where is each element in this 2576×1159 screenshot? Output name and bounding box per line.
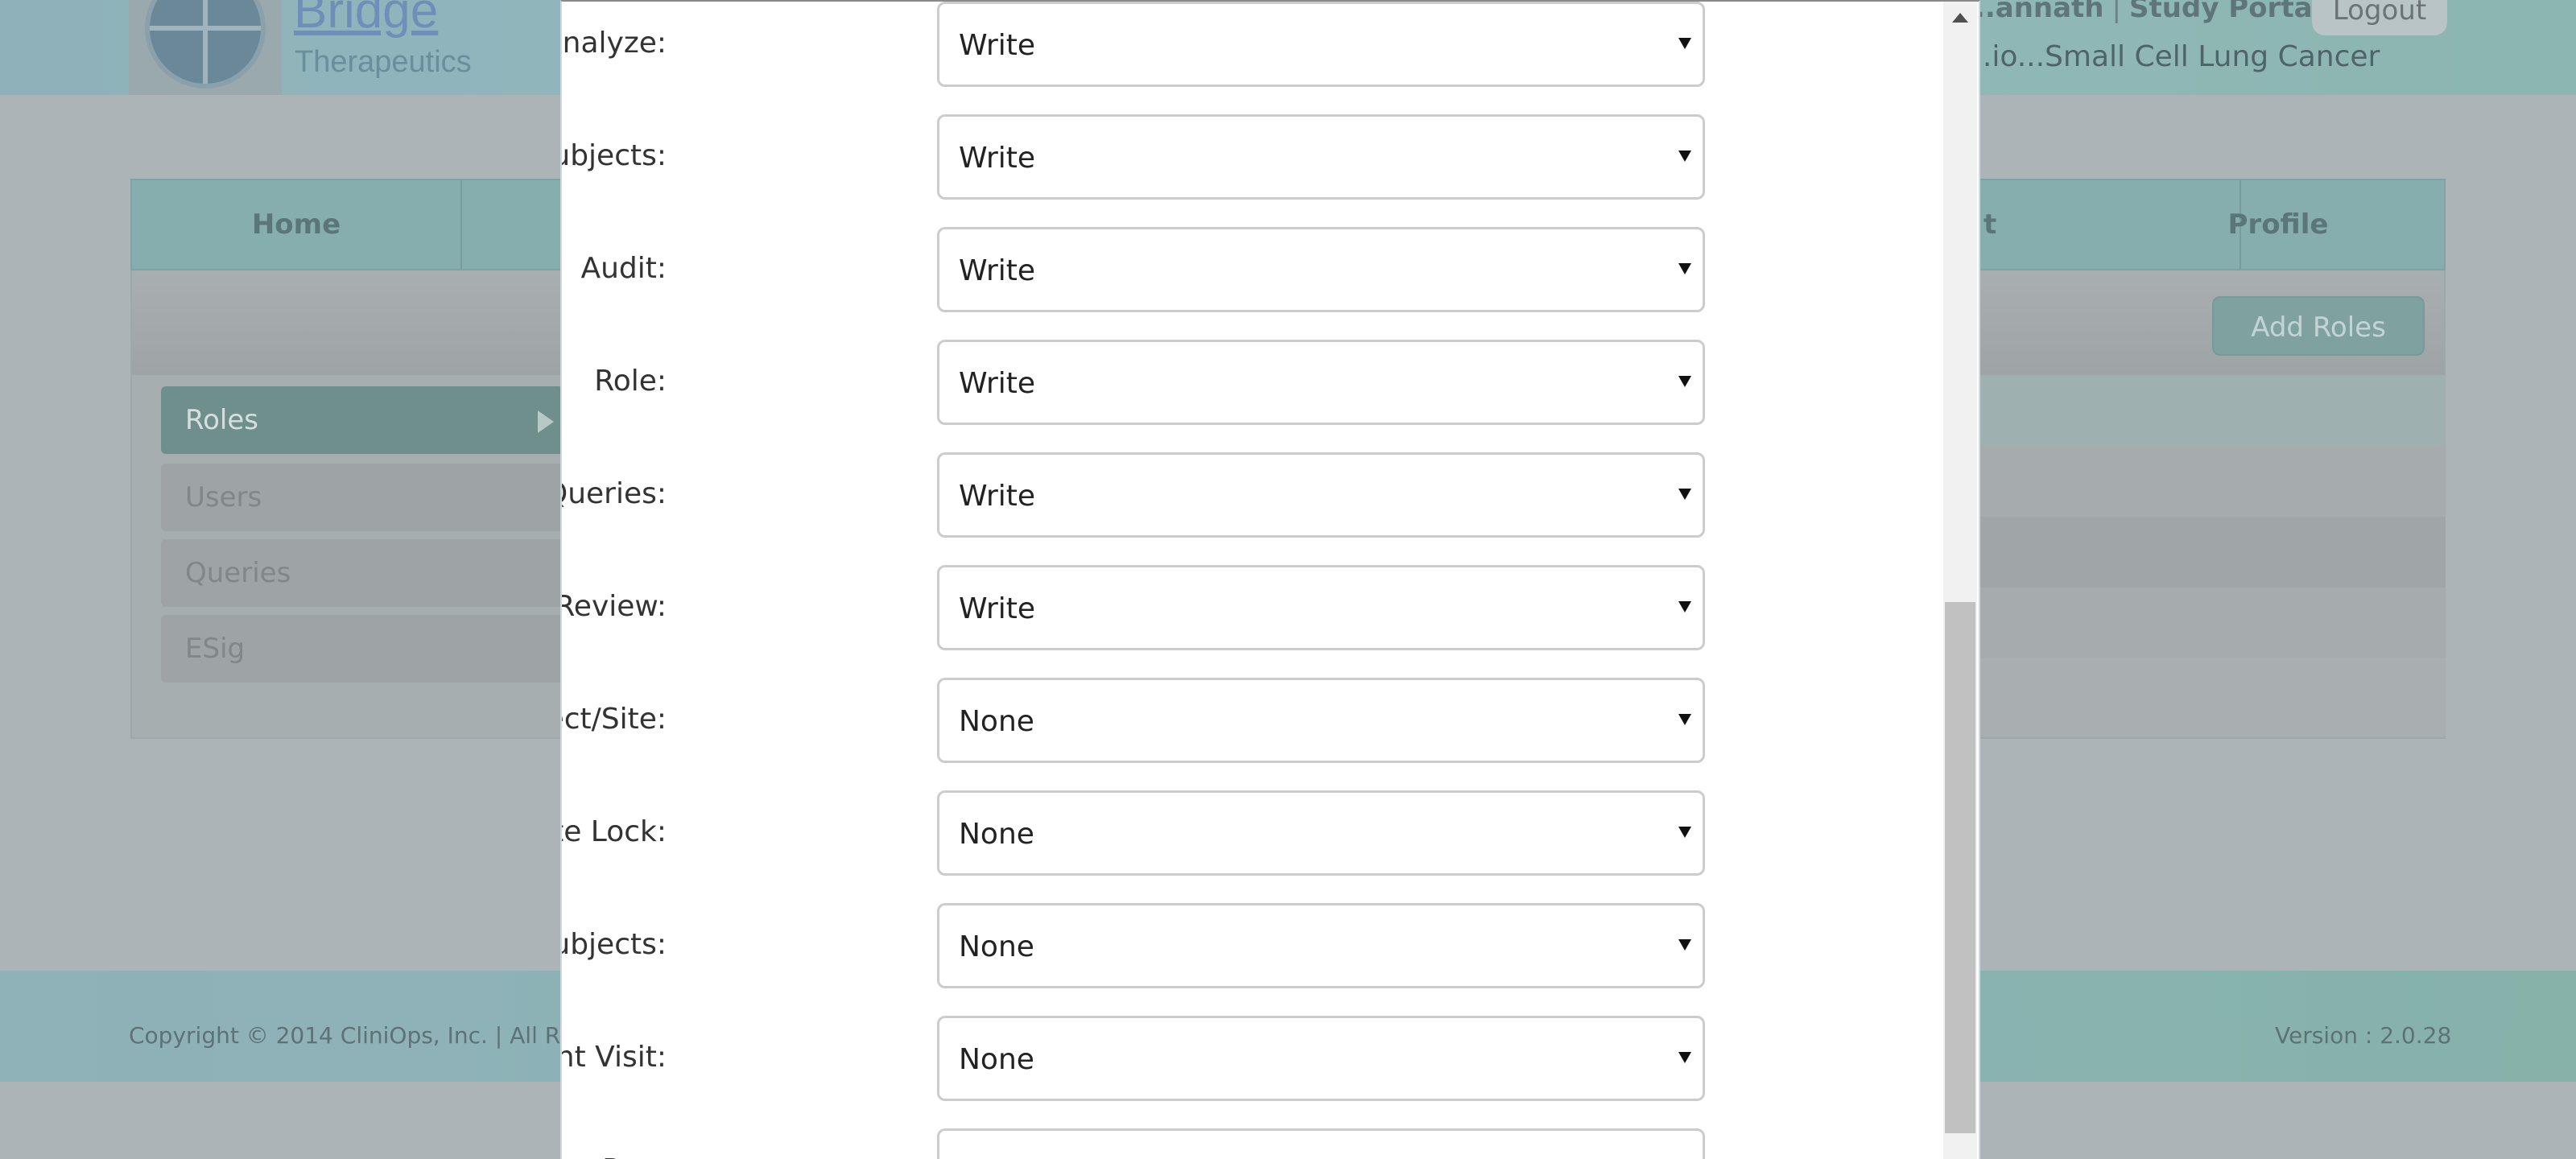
sidebar-item-queries[interactable]: Queries [161, 539, 564, 607]
scrollbar-thumb[interactable] [1945, 602, 1975, 1133]
table-row[interactable] [1948, 375, 2446, 446]
add-roles-button[interactable]: Add Roles [2212, 296, 2425, 356]
form-review-select[interactable]: Write [937, 565, 1705, 650]
modal-scrollbar[interactable] [1943, 2, 1977, 1159]
form-row-form-review: Form Review: Write [562, 565, 1705, 650]
version-text: Version : 2.0.28 [2275, 1022, 2452, 1049]
unlock-subject-site-select[interactable]: None [937, 678, 1705, 763]
select-value: Write [959, 142, 1036, 175]
view-subjects-select[interactable]: Write [937, 114, 1705, 200]
select-value: None [959, 818, 1034, 851]
case-report-select[interactable] [937, 1128, 1705, 1159]
form-row-unlock-subject-site: Unlock Subject/Site: None [562, 678, 1705, 763]
nav-item-profile[interactable]: Profile [2112, 180, 2444, 269]
select-value: Write [959, 480, 1036, 513]
field-label: Queries: [562, 477, 667, 510]
form-row-site-lock: Site Lock: None [562, 790, 1705, 876]
select-value: None [959, 930, 1034, 963]
copyright-text: Copyright © 2014 CliniOps, Inc. | All Ri [129, 1022, 567, 1049]
nav-item-home[interactable]: Home [132, 180, 462, 269]
scroll-up-arrow-icon[interactable] [1952, 13, 1968, 23]
queries-select[interactable]: Write [937, 452, 1705, 538]
caret-down-icon [1678, 1052, 1691, 1063]
form-row-consent-visit: Consent Visit: None [562, 1016, 1705, 1101]
caret-down-icon [1678, 38, 1691, 49]
analyze-select[interactable]: Write [937, 2, 1705, 87]
form-row-case-report: Case Re... [562, 1128, 1705, 1159]
caret-down-icon [1678, 376, 1691, 387]
field-label: Case Re... [562, 1128, 667, 1159]
select-value: Write [959, 29, 1036, 62]
caret-down-icon [1678, 714, 1691, 725]
select-value: Write [959, 592, 1036, 625]
field-label: Site Lock: [562, 815, 667, 848]
caret-down-icon [1678, 827, 1691, 838]
user-name: ...annath [1964, 0, 2104, 24]
consent-visit-select[interactable]: None [937, 1016, 1705, 1101]
role-permissions-modal: Analyze: Write View Subjects: Write Audi… [560, 0, 1980, 1159]
form-row-audit: Audit: Write [562, 227, 1705, 312]
site-lock-select[interactable]: None [937, 790, 1705, 876]
nav-item-hidden[interactable] [462, 180, 575, 269]
caret-down-icon [1678, 601, 1691, 612]
study-portal-link[interactable]: Study Portal [2129, 0, 2322, 24]
caret-down-icon [1678, 489, 1691, 500]
logout-button[interactable]: Logout [2312, 0, 2447, 35]
sidebar-item-esig[interactable]: ESig [161, 615, 564, 683]
table-row[interactable] [1948, 446, 2446, 517]
caret-down-icon [1678, 939, 1691, 951]
sidebar-item-users[interactable]: Users [161, 464, 564, 531]
field-label: Audit: [580, 252, 667, 285]
field-label: View Subjects: [562, 139, 667, 172]
logo-title[interactable]: Bridge [294, 0, 438, 39]
select-value: Write [959, 367, 1036, 400]
study-name: ...io...Small Cell Lung Cancer [1964, 40, 2380, 73]
form-row-analyze: Analyze: Write [562, 2, 1705, 87]
select-value: None [959, 705, 1034, 738]
table-row[interactable] [1948, 588, 2446, 658]
sidebar-item-roles[interactable]: Roles [161, 386, 564, 454]
field-label: Register Subjects: [562, 928, 667, 961]
table-row[interactable] [1948, 517, 2446, 588]
form-row-view-subjects: View Subjects: Write [562, 114, 1705, 200]
form-row-queries: Queries: Write [562, 452, 1705, 538]
field-label: Analyze: [562, 27, 667, 60]
caret-down-icon [1678, 151, 1691, 162]
logo-subtitle: Therapeutics [295, 45, 472, 79]
register-subjects-select[interactable]: None [937, 903, 1705, 988]
header-separator: | [2112, 0, 2121, 24]
field-label: Role: [594, 365, 667, 398]
table-row[interactable] [1948, 658, 2446, 736]
field-label: Unlock Subject/Site: [562, 703, 667, 736]
field-label: Form Review: [560, 590, 667, 623]
audit-select[interactable]: Write [937, 227, 1705, 312]
select-value: Write [959, 254, 1036, 287]
user-info: ...annath | Study Portal [1964, 0, 2322, 24]
form-row-register-subjects: Register Subjects: None [562, 903, 1705, 988]
chevron-right-icon [538, 410, 554, 433]
form-row-role: Role: Write [562, 340, 1705, 425]
role-select[interactable]: Write [937, 340, 1705, 425]
select-value: None [959, 1043, 1034, 1076]
caret-down-icon [1678, 263, 1691, 274]
field-label: Consent Visit: [562, 1041, 667, 1074]
